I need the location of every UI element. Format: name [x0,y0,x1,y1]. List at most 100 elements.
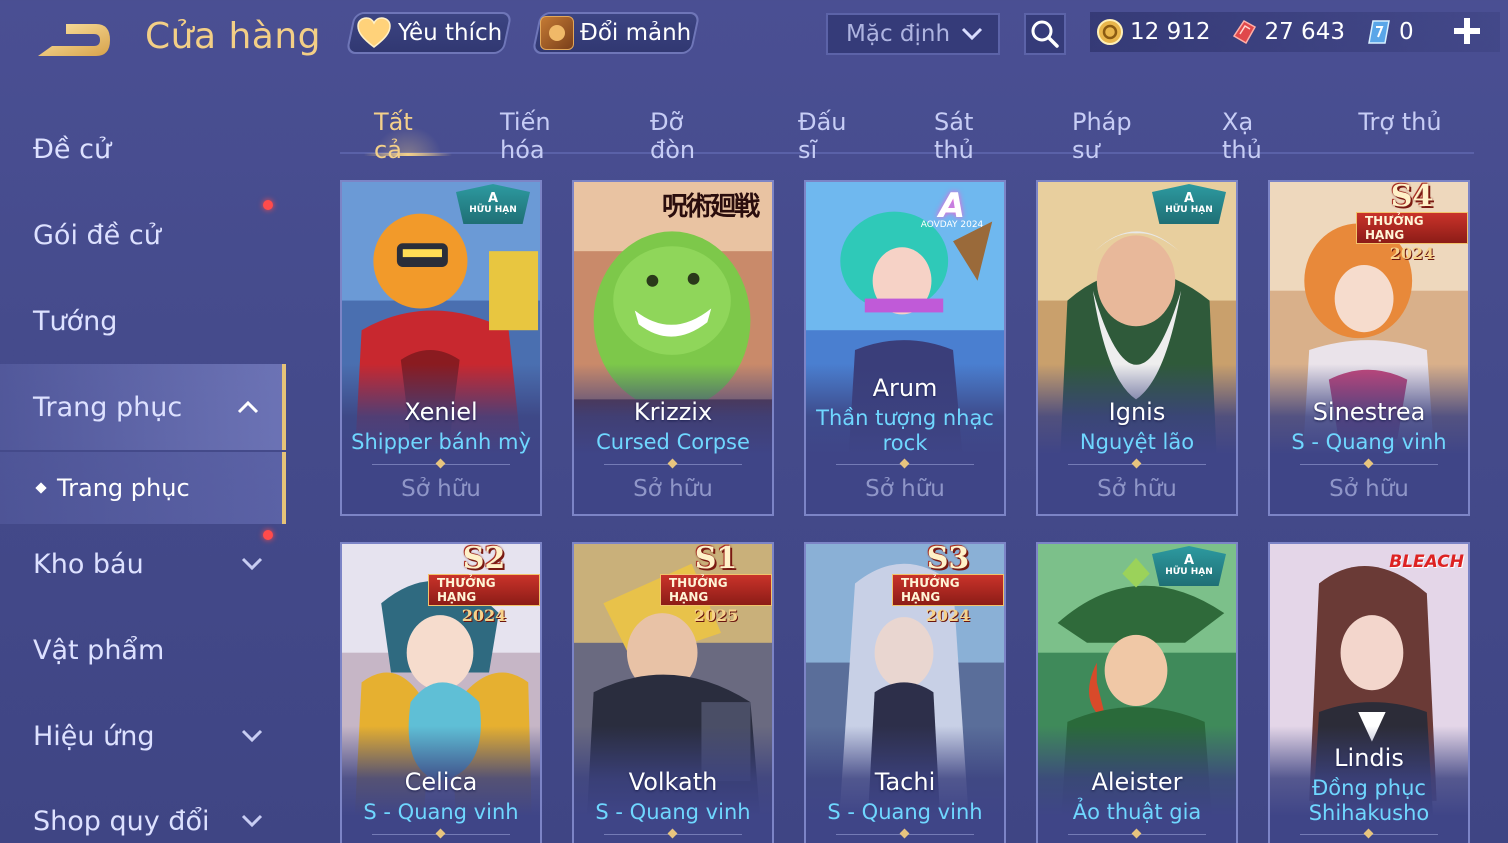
aovday-badge: A AOVDAY 2024 [912,186,992,236]
gold-currency: 12 912 [1096,18,1210,46]
season-number: S3 [926,542,970,576]
skin-card-tachi[interactable]: S3 THƯỞNG HẠNG 2024 Tachi S - Quang vinh [804,542,1006,843]
fragment-chest-icon [540,16,575,50]
hero-name: Tachi [874,768,936,796]
sidebar-item-featured[interactable]: Đề cử [0,106,286,192]
gold-coin-icon [1097,19,1123,45]
sidebar-item-label: Shop quy đổi [33,805,210,837]
sidebar-item-treasure[interactable]: Kho báu [0,521,286,607]
season-year: 2025 [693,606,739,625]
chevron-down-icon [241,814,263,828]
exchange-fragments-button[interactable]: Đổi mảnh [531,12,701,54]
skin-card-arum[interactable]: A AOVDAY 2024 Arum Thần tượng nhạc rock S… [804,180,1006,516]
jujutsu-logo: 呪術廻戦 [662,192,760,222]
sidebar-subitem-skins[interactable]: Trang phục [0,452,286,524]
card-divider [604,834,742,835]
gold-amount: 12 912 [1130,19,1211,45]
sidebar-item-featured-bundles[interactable]: Gói đề cử [0,192,286,278]
notification-dot [263,530,273,540]
skin-card-lindis[interactable]: BLEACH Lindis Đồng phục Shihakusho [1268,542,1470,843]
sidebar-item-exchange-shop[interactable]: Shop quy đổi [0,778,286,843]
blue-ticket-icon [1368,20,1390,44]
season-year: 2024 [1389,244,1435,263]
sidebar-item-items[interactable]: Vật phẩm [0,607,286,693]
chevron-down-icon [961,27,983,41]
skin-card-volkath[interactable]: S1 THƯỞNG HẠNG 2025 Volkath S - Quang vi… [572,542,774,843]
skin-name: Ảo thuật gia [1072,800,1202,824]
role-tabs: Tất cả Tiến hóa Đỡ đòn Đấu sĩ Sát thủ Ph… [340,100,1474,164]
skin-card-sinestrea[interactable]: S4 THƯỞNG HẠNG 2024 Sinestrea S - Quang … [1268,180,1470,516]
search-icon [1031,20,1059,48]
tab-label: Đỡ đòn [650,108,696,164]
owned-status: Sở hữu [633,476,713,502]
card-divider [1300,834,1438,835]
skin-grid: A HỮU HẠN Xeniel Shipper bánh mỳ Sở hữu 呪… [340,180,1474,843]
skin-name: S - Quang vinh [595,800,751,824]
sidebar-item-label: Kho báu [33,548,144,580]
rank-reward-ribbon: THƯỞNG HẠNG [892,574,1004,606]
skin-card-xeniel[interactable]: A HỮU HẠN Xeniel Shipper bánh mỳ Sở hữu [340,180,542,516]
favorites-label: Yêu thích [397,20,503,46]
skin-name: Nguyệt lão [1079,430,1195,454]
tab-mage[interactable]: Pháp sư [1072,108,1164,164]
bullet-diamond-icon [35,482,47,494]
tab-label: Xạ thủ [1222,108,1262,164]
tab-tank[interactable]: Đỡ đòn [650,108,734,164]
season-rank-badge: S2 THƯỞNG HẠNG 2024 [428,542,540,625]
skin-card-ignis[interactable]: A HỮU HẠN Ignis Nguyệt lão Sở hữu [1036,180,1238,516]
season-number: S4 [1390,180,1434,214]
sidebar-item-label: Đề cử [33,133,112,165]
owned-status: Sở hữu [865,476,945,502]
notification-dot [263,200,273,210]
sidebar-item-skins[interactable]: Trang phục [0,364,286,450]
badge-text: AOVDAY 2024 [920,220,984,230]
tab-assassin[interactable]: Sát thủ [934,108,1016,164]
sidebar-item-label: Trang phục [57,474,190,502]
back-button[interactable] [30,18,114,64]
tab-fighter[interactable]: Đấu sĩ [798,108,870,164]
sidebar-item-label: Gói đề cử [33,219,161,251]
skin-name: S - Quang vinh [1291,430,1447,454]
badge-grade: A [487,191,499,206]
search-button[interactable] [1024,13,1066,55]
sidebar-item-heroes[interactable]: Tướng [0,278,286,364]
tab-marksman[interactable]: Xạ thủ [1222,108,1294,164]
hero-name: Sinestrea [1312,398,1426,426]
page-title: Cửa hàng [145,16,322,57]
season-number: S2 [462,542,506,576]
skin-name: Đồng phục Shihakusho [1308,776,1430,825]
badge-text: HỮU HẠN [1165,567,1213,577]
card-divider [372,464,510,465]
sidebar-item-label: Trang phục [33,391,183,423]
skin-card-celica[interactable]: S2 THƯỞNG HẠNG 2024 Celica S - Quang vin… [340,542,542,843]
tab-evolution[interactable]: Tiến hóa [500,108,600,164]
limited-badge: A HỮU HẠN [1152,184,1226,224]
badge-grade: A [1183,191,1195,206]
limited-badge: A HỮU HẠN [456,184,530,224]
badge-text: HỮU HẠN [1165,205,1213,215]
skin-name: Thần tượng nhạc rock [816,406,994,455]
tab-label: Tất cả [374,108,413,164]
currency-bar: 12 912 27 643 0 [1090,12,1500,52]
tab-support[interactable]: Trợ thủ [1358,108,1442,152]
skin-card-aleister[interactable]: A HỮU HẠN Aleister Ảo thuật gia [1036,542,1238,843]
favorites-button[interactable]: Yêu thích [345,12,513,54]
sidebar-item-effects[interactable]: Hiệu ứng [0,693,286,779]
sort-dropdown[interactable]: Mặc định [826,13,1000,55]
add-currency-button[interactable] [1452,16,1482,46]
voucher-amount: 27 643 [1264,19,1345,45]
sidebar-item-label: Tướng [33,305,118,337]
chevron-down-icon [241,557,263,571]
skin-name: S - Quang vinh [827,800,983,824]
card-divider [836,834,974,835]
chevron-up-icon [237,400,259,414]
hero-name: Volkath [628,768,718,796]
ticket-currency: 0 [1365,18,1414,46]
card-divider [1068,464,1206,465]
skin-card-krizzix[interactable]: 呪術廻戦 Krizzix Cursed Corpse Sở hữu [572,180,774,516]
back-arrow-icon [38,24,110,56]
hero-name: Arum [872,374,938,402]
tab-all[interactable]: Tất cả [364,108,452,164]
season-year: 2024 [461,606,507,625]
heart-icon [357,17,391,48]
